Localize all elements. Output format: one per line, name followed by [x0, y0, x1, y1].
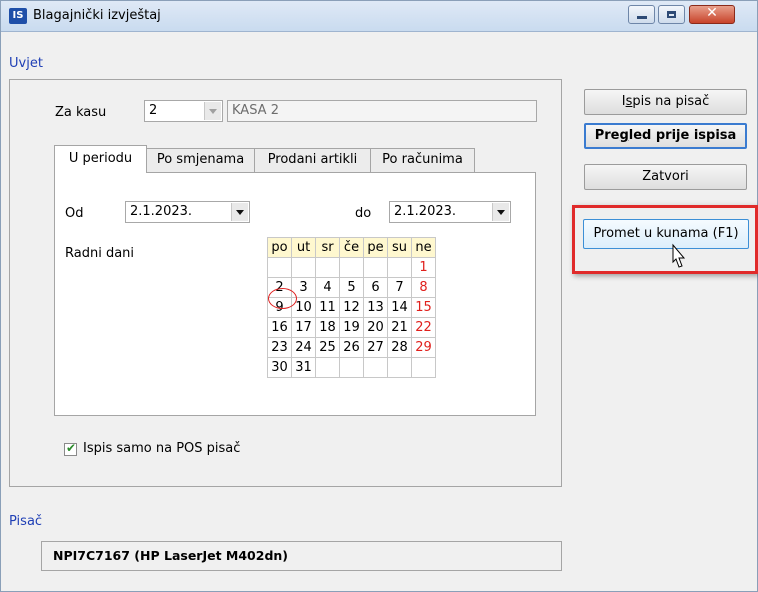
calendar-day[interactable]: 21 — [387, 317, 412, 338]
calendar-day[interactable]: 4 — [315, 277, 340, 298]
calendar-day[interactable]: 31 — [291, 357, 316, 378]
tab-u-periodu[interactable]: U periodu — [54, 145, 147, 173]
calendar-day[interactable]: 18 — [315, 317, 340, 338]
calendar-day[interactable] — [363, 357, 388, 378]
calendar-day[interactable]: 27 — [363, 337, 388, 358]
print-to-printer-button[interactable]: Ispis na pisač — [584, 89, 747, 115]
calendar-weekday: ne — [411, 237, 436, 258]
do-date-picker[interactable]: 2.1.2023. — [389, 201, 511, 223]
calendar-day[interactable]: 26 — [339, 337, 364, 358]
calendar-day[interactable]: 14 — [387, 297, 412, 318]
working-days-calendar: po ut sr če pe su ne 1 2 3 4 5 6 7 8 9 1… — [267, 237, 436, 378]
calendar-day-sunday[interactable]: 29 — [411, 337, 436, 358]
calendar-header-row: po ut sr če pe su ne — [267, 237, 436, 258]
calendar-weekday: su — [387, 237, 412, 258]
calendar-day[interactable]: 5 — [339, 277, 364, 298]
calendar-day[interactable] — [339, 357, 364, 378]
calendar-week-row: 30 31 — [267, 357, 436, 378]
calendar-day[interactable] — [315, 357, 340, 378]
calendar-day[interactable] — [291, 257, 316, 278]
pos-only-label[interactable]: Ispis samo na POS pisač — [83, 441, 240, 456]
window-title: Blagajnički izvještaj — [33, 8, 161, 23]
calendar-day[interactable]: 19 — [339, 317, 364, 338]
calendar-weekday: ut — [291, 237, 316, 258]
calendar-day[interactable]: 12 — [339, 297, 364, 318]
calendar-weekday: pe — [363, 237, 388, 258]
calendar-day[interactable]: 13 — [363, 297, 388, 318]
calendar-day[interactable]: 11 — [315, 297, 340, 318]
od-date-value: 2.1.2023. — [130, 204, 193, 219]
calendar-day[interactable] — [387, 257, 412, 278]
title-bar[interactable]: IS Blagajnički izvještaj ✕ — [1, 1, 757, 32]
close-window-button[interactable]: Zatvori — [584, 164, 747, 190]
close-button[interactable]: ✕ — [689, 5, 735, 24]
report-window: IS Blagajnički izvještaj ✕ Uvjet Za kasu… — [0, 0, 758, 592]
maximize-icon — [667, 11, 676, 18]
calendar-day-sunday[interactable]: 1 — [411, 257, 436, 278]
calendar-week-row: 16 17 18 19 20 21 22 — [267, 317, 436, 338]
calendar-day[interactable]: 17 — [291, 317, 316, 338]
calendar-day-selected[interactable]: 2 — [267, 277, 292, 298]
kasa-name-field: KASA 2 — [227, 100, 537, 122]
do-label: do — [355, 206, 372, 221]
radni-dani-label: Radni dani — [65, 246, 135, 261]
calendar-day-sunday[interactable]: 22 — [411, 317, 436, 338]
calendar-day[interactable] — [363, 257, 388, 278]
calendar-day[interactable]: 16 — [267, 317, 292, 338]
printer-field: NPI7C7167 (HP LaserJet M402dn) — [41, 541, 562, 571]
checkmark-icon: ✔ — [66, 441, 77, 455]
calendar-day[interactable]: 25 — [315, 337, 340, 358]
calendar-day[interactable] — [315, 257, 340, 278]
uvjet-label: Uvjet — [9, 56, 43, 71]
calendar-weekday: sr — [315, 237, 340, 258]
calendar-day[interactable]: 7 — [387, 277, 412, 298]
za-kasu-label: Za kasu — [55, 105, 107, 120]
turnover-in-kuna-button[interactable]: Promet u kunama (F1) — [583, 219, 749, 249]
calendar-week-row: 2 3 4 5 6 7 8 — [267, 277, 436, 298]
calendar-day-sunday[interactable]: 15 — [411, 297, 436, 318]
calendar-day[interactable]: 20 — [363, 317, 388, 338]
calendar-day[interactable]: 9 — [267, 297, 292, 318]
calendar-day[interactable] — [339, 257, 364, 278]
calendar-day-sunday[interactable] — [411, 357, 436, 378]
od-date-picker[interactable]: 2.1.2023. — [125, 201, 250, 223]
pos-only-checkbox[interactable]: ✔ — [64, 441, 77, 456]
calendar-week-row: 23 24 25 26 27 28 29 — [267, 337, 436, 358]
calendar-day[interactable]: 3 — [291, 277, 316, 298]
kasa-select[interactable]: 2 — [144, 100, 223, 122]
calendar-day[interactable]: 28 — [387, 337, 412, 358]
calendar-day[interactable] — [387, 357, 412, 378]
pisac-label: Pisač — [9, 514, 43, 529]
calendar-week-row: 1 — [267, 257, 436, 278]
chevron-down-icon — [204, 102, 221, 120]
printer-value: NPI7C7167 (HP LaserJet M402dn) — [53, 548, 289, 563]
calendar-day[interactable]: 6 — [363, 277, 388, 298]
tab-prodani-artikli[interactable]: Prodani artikli — [254, 148, 371, 172]
minimize-icon — [637, 16, 647, 19]
minimize-button[interactable] — [628, 5, 655, 24]
close-icon: ✕ — [706, 5, 718, 21]
app-logo-icon: IS — [9, 8, 27, 24]
calendar-dropdown-icon[interactable] — [231, 203, 248, 221]
mouse-pointer-icon — [672, 243, 686, 268]
calendar-day-sunday[interactable]: 8 — [411, 277, 436, 298]
calendar-week-row: 9 10 11 12 13 14 15 — [267, 297, 436, 318]
calendar-dropdown-icon[interactable] — [492, 203, 509, 221]
calendar-weekday: če — [339, 237, 364, 258]
print-preview-button[interactable]: Pregled prije ispisa — [584, 123, 747, 149]
calendar-day[interactable]: 30 — [267, 357, 292, 378]
maximize-button[interactable] — [658, 5, 685, 24]
calendar-day[interactable]: 23 — [267, 337, 292, 358]
kasa-value: 2 — [149, 103, 158, 118]
calendar-weekday: po — [267, 237, 292, 258]
tab-po-racunima[interactable]: Po računima — [370, 148, 475, 172]
calendar-day[interactable]: 10 — [291, 297, 316, 318]
od-label: Od — [65, 206, 84, 221]
calendar-day[interactable] — [267, 257, 292, 278]
tab-po-smjenama[interactable]: Po smjenama — [146, 148, 255, 172]
calendar-day[interactable]: 24 — [291, 337, 316, 358]
do-date-value: 2.1.2023. — [394, 204, 457, 219]
